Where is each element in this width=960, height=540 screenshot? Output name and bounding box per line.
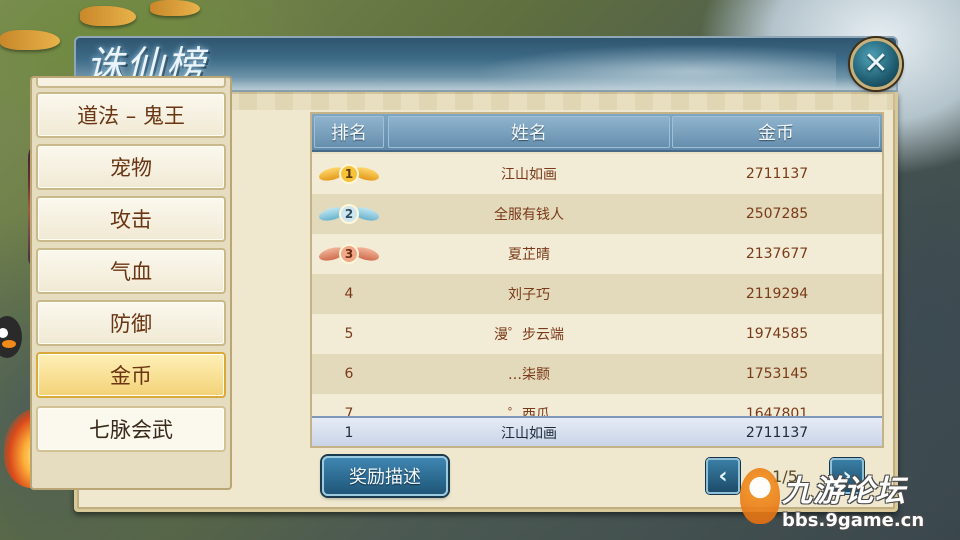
medal-rank-number: 3: [339, 244, 359, 264]
table-row[interactable]: 6 …柒颢 1753145: [312, 354, 882, 394]
bird-avatar: [0, 316, 22, 358]
my-rank-row: 1 江山如画 2711137: [312, 416, 882, 446]
ranking-table: 排名 姓名 金币 1 江山如画 2711137 2 全服有钱人 2507285: [310, 112, 884, 448]
medal-rank-number: 1: [339, 164, 359, 184]
rank-cell: 3: [312, 234, 386, 274]
category-list[interactable]: 道法 – 鬼王 宠物 攻击 气血 防御 金币 七脉会武: [30, 76, 232, 490]
bronze-medal-icon: 3: [319, 244, 379, 264]
name-cell: 夏芷晴: [508, 247, 550, 263]
rank-cell: 2: [312, 194, 386, 234]
column-header-gold: 金币: [672, 116, 880, 148]
watermark-url: bbs.9game.cn: [782, 510, 925, 531]
category-item-defense[interactable]: 防御: [36, 300, 226, 346]
wolf-sprite: [150, 0, 200, 16]
gold-cell: 2119294: [745, 286, 809, 302]
bird-eye: [0, 328, 8, 338]
my-name-cell: 江山如画: [501, 426, 557, 442]
gold-medal-icon: 1: [319, 164, 379, 184]
wolf-sprite: [80, 6, 136, 26]
close-button[interactable]: ✕: [850, 38, 902, 90]
category-item-qimai[interactable]: 七脉会武: [36, 406, 226, 452]
gold-cell: 2137677: [745, 246, 809, 262]
column-header-rank: 排名: [314, 116, 384, 148]
reward-description-button[interactable]: 奖励描述: [322, 456, 448, 496]
name-cell: 全服有钱人: [494, 207, 564, 223]
jiuyou-logo-icon: [740, 468, 780, 524]
close-icon: ✕: [863, 46, 889, 81]
arrow-left-icon: ‹: [718, 463, 728, 489]
my-gold-cell: 2711137: [745, 425, 809, 441]
name-cell: …柒颢: [508, 367, 550, 383]
watermark-title: 九游论坛: [782, 474, 906, 509]
name-cell: 刘子巧: [508, 287, 550, 303]
table-row[interactable]: 3 夏芷晴 2137677: [312, 234, 882, 274]
table-header: 排名 姓名 金币: [312, 114, 882, 152]
prev-page-button[interactable]: ‹: [706, 458, 740, 494]
table-row[interactable]: 4 刘子巧 2119294: [312, 274, 882, 314]
gold-cell: 2711137: [745, 166, 809, 182]
name-cell: 江山如画: [501, 167, 557, 183]
column-header-name: 姓名: [388, 116, 670, 148]
category-item-attack[interactable]: 攻击: [36, 196, 226, 242]
category-item-gold[interactable]: 金币: [36, 352, 226, 398]
category-item-pet[interactable]: 宠物: [36, 144, 226, 190]
rank-cell: 1: [312, 154, 386, 194]
watermark: 九游论坛 bbs.9game.cn: [736, 464, 960, 540]
gold-cell: 1974585: [745, 326, 809, 342]
table-row[interactable]: 5 漫゜步云端 1974585: [312, 314, 882, 354]
category-item-hp[interactable]: 气血: [36, 248, 226, 294]
table-row[interactable]: 1 江山如画 2711137: [312, 154, 882, 194]
category-item-scrolled-off[interactable]: [36, 78, 226, 88]
medal-rank-number: 2: [339, 204, 359, 224]
gold-cell: 1753145: [745, 366, 809, 382]
table-row[interactable]: 2 全服有钱人 2507285: [312, 194, 882, 234]
rank-cell: 4: [344, 286, 354, 302]
category-item-daofa-guiwang[interactable]: 道法 – 鬼王: [36, 92, 226, 138]
gold-cell: 2507285: [745, 206, 809, 222]
name-cell: 漫゜步云端: [494, 327, 564, 343]
silver-medal-icon: 2: [319, 204, 379, 224]
rank-cell: 5: [344, 326, 354, 342]
my-rank-cell: 1: [344, 425, 354, 441]
wolf-sprite: [0, 30, 60, 50]
bird-beak: [2, 340, 16, 348]
rank-cell: 6: [344, 366, 354, 382]
